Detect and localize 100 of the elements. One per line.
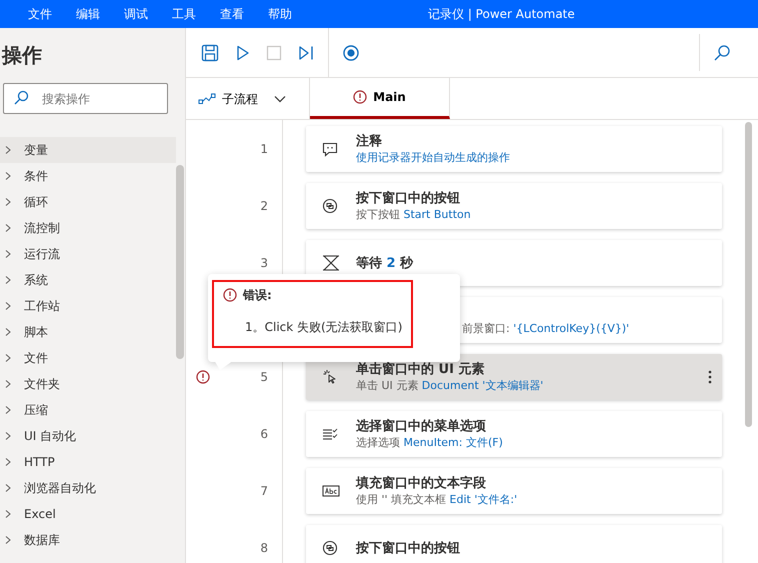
chevron-icon <box>4 431 12 441</box>
record-icon <box>342 44 360 62</box>
button-press-icon <box>322 540 340 556</box>
action-card[interactable]: 按下窗口中的按钮 按下按钮 Start Button <box>306 183 722 229</box>
search-icon <box>713 44 731 62</box>
next-step-icon <box>297 44 315 62</box>
category-label: 循环 <box>24 194 48 211</box>
chevron-icon <box>4 249 12 259</box>
text-field-icon <box>322 483 340 499</box>
category-label: 变量 <box>24 142 48 159</box>
chevron-icon <box>4 275 12 285</box>
chevron-icon <box>4 353 12 363</box>
subflow-icon <box>198 92 216 104</box>
error-icon <box>353 90 368 104</box>
line-number: 1 <box>259 141 268 158</box>
action-category[interactable]: 脚本 <box>0 319 176 345</box>
action-description: 选择选项 MenuItem: 文件(F) <box>356 435 503 450</box>
category-label: 脚本 <box>24 324 48 341</box>
category-label: HTTP <box>24 454 55 471</box>
action-category[interactable]: 压缩 <box>0 397 176 423</box>
comment-icon <box>322 141 340 157</box>
category-label: 文件 <box>24 350 48 367</box>
stop-icon <box>265 44 283 62</box>
panel-title: 操作 <box>0 42 43 69</box>
action-category[interactable]: Excel <box>0 501 176 527</box>
line-number: 5 <box>259 369 268 386</box>
search-icon <box>13 90 29 106</box>
action-category[interactable]: 文件夹 <box>0 371 176 397</box>
action-card[interactable]: 按下窗口中的按钮 <box>306 525 722 563</box>
chevron-icon <box>4 327 12 337</box>
action-title: 选择窗口中的菜单选项 <box>356 418 487 435</box>
action-card[interactable]: 填充窗口中的文本字段 使用 '' 填充文本框 Edit '文件名:' <box>306 468 722 514</box>
action-category[interactable]: 工作站 <box>0 293 176 319</box>
action-category[interactable]: 循环 <box>0 189 176 215</box>
chevron-icon <box>4 405 12 415</box>
chevron-icon <box>4 535 12 545</box>
chevron-icon <box>4 197 12 207</box>
action-description: 前景窗口: '{LControlKey}({V})' <box>462 321 630 336</box>
window-title: 记录仪 | Power Automate <box>428 6 576 23</box>
menu-item[interactable]: 工具 <box>160 5 208 23</box>
category-label: 工作站 <box>24 298 60 315</box>
action-category[interactable]: UI 自动化 <box>0 423 176 449</box>
error-icon <box>223 288 237 302</box>
category-label: 浏览器自动化 <box>24 480 96 497</box>
category-label: Excel <box>24 506 56 523</box>
scrollbar[interactable] <box>745 122 752 427</box>
chevron-icon <box>4 171 12 181</box>
action-category[interactable]: 系统 <box>0 267 176 293</box>
chevron-icon <box>4 145 12 155</box>
action-card[interactable]: 注释 使用记录器开始自动生成的操作 <box>306 126 722 172</box>
error-title: 错误: <box>243 287 272 304</box>
category-label: 流控制 <box>24 220 60 237</box>
menu-item[interactable]: 文件 <box>16 5 64 23</box>
menu-item[interactable]: 编辑 <box>64 5 112 23</box>
menu-item[interactable]: 帮助 <box>256 5 304 23</box>
chevron-icon <box>4 301 12 311</box>
chevron-icon <box>4 379 12 389</box>
flow-tab[interactable]: Main <box>310 78 450 119</box>
category-label: 运行流 <box>24 246 60 263</box>
line-number: 3 <box>259 255 268 272</box>
subflows-dropdown[interactable]: 子流程 <box>186 78 310 119</box>
action-title: 按下窗口中的按钮 <box>356 190 461 207</box>
line-number: 6 <box>259 426 268 443</box>
action-title: 注释 <box>356 133 383 150</box>
action-category[interactable]: HTTP <box>0 449 176 475</box>
chevron-icon <box>4 223 12 233</box>
action-category[interactable]: 文件 <box>0 345 176 371</box>
chevron-icon <box>4 509 12 519</box>
action-title: 填充窗口中的文本字段 <box>356 475 487 492</box>
action-category[interactable]: 流控制 <box>0 215 176 241</box>
action-card[interactable]: 单击窗口中的 UI 元素 单击 UI 元素 Document '文本编辑器' <box>306 354 722 400</box>
action-category[interactable]: 条件 <box>0 163 176 189</box>
category-label: 数据库 <box>24 532 60 549</box>
action-description: 使用 '' 填充文本框 Edit '文件名:' <box>356 492 518 507</box>
chevron-icon <box>4 483 12 493</box>
more-icon <box>708 369 712 385</box>
menu-item[interactable]: 调试 <box>112 5 160 23</box>
action-card[interactable]: 等待 2 秒 <box>306 240 722 286</box>
scrollbar[interactable] <box>176 165 184 359</box>
action-description: 按下按钮 Start Button <box>356 207 471 222</box>
action-category[interactable]: 浏览器自动化 <box>0 475 176 501</box>
action-category[interactable]: 变量 <box>0 137 176 163</box>
action-title: 按下窗口中的按钮 <box>356 540 460 556</box>
category-label: 文件夹 <box>24 376 60 393</box>
category-label: UI 自动化 <box>24 428 76 445</box>
action-title: 单击窗口中的 UI 元素 <box>356 361 486 378</box>
chevron-icon <box>4 457 12 467</box>
action-category[interactable]: 运行流 <box>0 241 176 267</box>
category-label: 条件 <box>24 168 48 185</box>
line-number: 8 <box>259 540 268 557</box>
line-number: 2 <box>259 198 268 215</box>
action-description: 使用记录器开始自动生成的操作 <box>356 150 510 165</box>
search-field[interactable]: 搜索操作 <box>3 83 168 114</box>
chevron-down-icon <box>274 94 286 102</box>
menu-list-icon <box>322 426 340 442</box>
action-card[interactable]: 选择窗口中的菜单选项 选择选项 MenuItem: 文件(F) <box>306 411 722 457</box>
hourglass-icon <box>322 255 340 271</box>
line-number: 7 <box>259 483 268 500</box>
action-category[interactable]: 数据库 <box>0 527 176 553</box>
menu-item[interactable]: 查看 <box>208 5 256 23</box>
